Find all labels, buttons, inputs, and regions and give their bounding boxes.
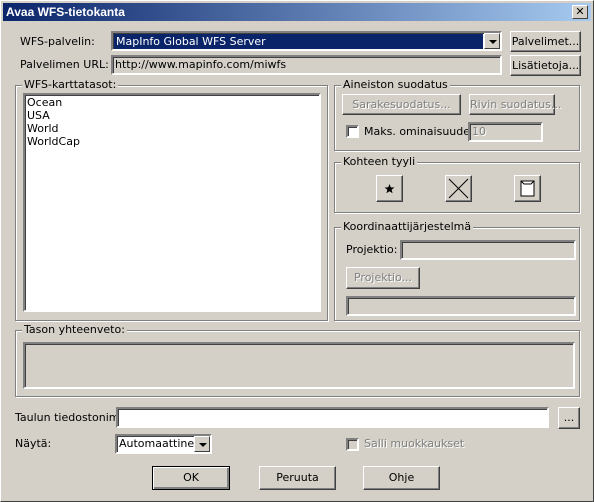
layers-group-label: WFS-karttatasot: — [22, 78, 119, 92]
summary-field — [23, 342, 575, 389]
chevron-down-icon[interactable] — [194, 436, 210, 452]
style-group-label: Kohteen tyyli — [341, 155, 418, 169]
symbol-style-icon — [384, 184, 395, 194]
region-style-button[interactable] — [514, 175, 541, 202]
browse-button-label: ... — [563, 411, 575, 424]
info-button[interactable]: Lisätietoja... — [510, 55, 581, 76]
symbol-style-button[interactable] — [376, 175, 403, 202]
filename-input[interactable] — [116, 407, 549, 428]
max-features-checkbox[interactable] — [346, 125, 359, 138]
dialog-window: Avaa WFS-tietokanta ✕ WFS-palvelin: MapI… — [0, 0, 594, 502]
list-item[interactable]: Ocean — [25, 96, 319, 109]
list-item[interactable]: WorldCap — [25, 135, 319, 148]
help-button[interactable]: Ohje — [363, 466, 440, 490]
max-features-label: Maks. ominaisuudet — [364, 125, 475, 138]
layers-list[interactable]: Ocean USA World WorldCap — [23, 93, 321, 312]
projection-detail-field — [346, 296, 576, 316]
allow-edits-checkbox[interactable] — [346, 438, 359, 451]
row-filter-button[interactable]: Rivin suodatus... — [469, 94, 561, 115]
summary-label: Tason yhteenveto: — [22, 323, 127, 337]
list-item[interactable]: USA — [25, 109, 319, 122]
chevron-down-icon[interactable] — [484, 33, 500, 49]
line-style-button[interactable] — [445, 175, 472, 202]
projection-label: Projektio: — [346, 243, 398, 256]
info-button-label: Lisätietoja... — [511, 59, 580, 72]
close-icon: ✕ — [575, 5, 585, 18]
row-filter-label: Rivin suodatus... — [470, 98, 562, 111]
projection-button[interactable]: Projektio... — [346, 267, 420, 289]
server-select[interactable]: MapInfo Global WFS Server — [111, 31, 502, 51]
cancel-button[interactable]: Peruuta — [259, 466, 336, 490]
window-title: Avaa WFS-tietokanta — [6, 5, 125, 19]
region-style-icon — [520, 180, 535, 197]
server-url-value: http://www.mapinfo.com/miwfs — [115, 58, 287, 71]
filter-group-label: Aineiston suodatus — [341, 78, 450, 92]
allow-edits-label: Salli muokkaukset — [364, 437, 465, 450]
servers-button[interactable]: Palvelimet... — [510, 31, 581, 52]
max-features-value: 10 — [472, 125, 486, 138]
close-button[interactable]: ✕ — [572, 5, 588, 19]
server-label: WFS-palvelin: — [20, 35, 95, 48]
servers-button-label: Palvelimet... — [511, 35, 580, 48]
title-bar[interactable]: Avaa WFS-tietokanta ✕ — [3, 3, 591, 21]
cancel-button-label: Peruuta — [276, 471, 319, 484]
column-filter-button[interactable]: Sarakesuodatus... — [342, 94, 461, 115]
show-select[interactable]: Automaattinen — [115, 434, 212, 454]
filename-label: Taulun tiedostonimi: — [15, 411, 127, 424]
list-item[interactable]: World — [25, 122, 319, 135]
projection-button-label: Projektio... — [353, 271, 413, 284]
column-filter-label: Sarakesuodatus... — [352, 98, 451, 111]
ok-button[interactable]: OK — [152, 466, 230, 490]
show-selected-value: Automaattinen — [119, 437, 202, 450]
max-features-input[interactable]: 10 — [468, 122, 543, 142]
browse-button[interactable]: ... — [558, 407, 580, 429]
server-url-field: http://www.mapinfo.com/miwfs — [111, 55, 502, 75]
projection-field — [400, 240, 576, 260]
coordinate-system-label: Koordinaattijärjestelmä — [341, 220, 474, 234]
help-button-label: Ohje — [388, 471, 415, 484]
show-label: Näytä: — [15, 437, 52, 450]
server-selected-value: MapInfo Global WFS Server — [114, 34, 483, 49]
ok-button-label: OK — [183, 471, 199, 484]
line-style-icon — [448, 178, 469, 199]
server-url-label: Palvelimen URL: — [20, 58, 109, 71]
